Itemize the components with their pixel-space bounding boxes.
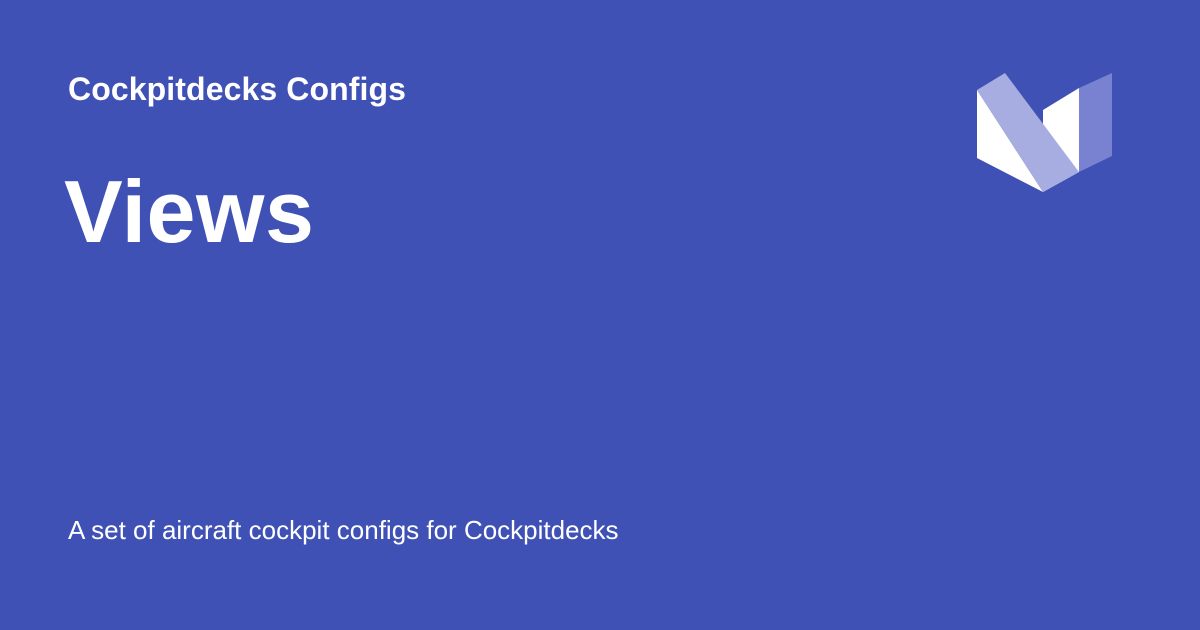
logo-right-panel	[1079, 73, 1112, 172]
page-description: A set of aircraft cockpit configs for Co…	[68, 515, 619, 545]
material-logo-icon	[977, 73, 1112, 192]
social-card: Cockpitdecks Configs Views A set of airc…	[0, 0, 1200, 630]
page-title: Views	[64, 162, 315, 261]
site-name: Cockpitdecks Configs	[68, 71, 407, 107]
